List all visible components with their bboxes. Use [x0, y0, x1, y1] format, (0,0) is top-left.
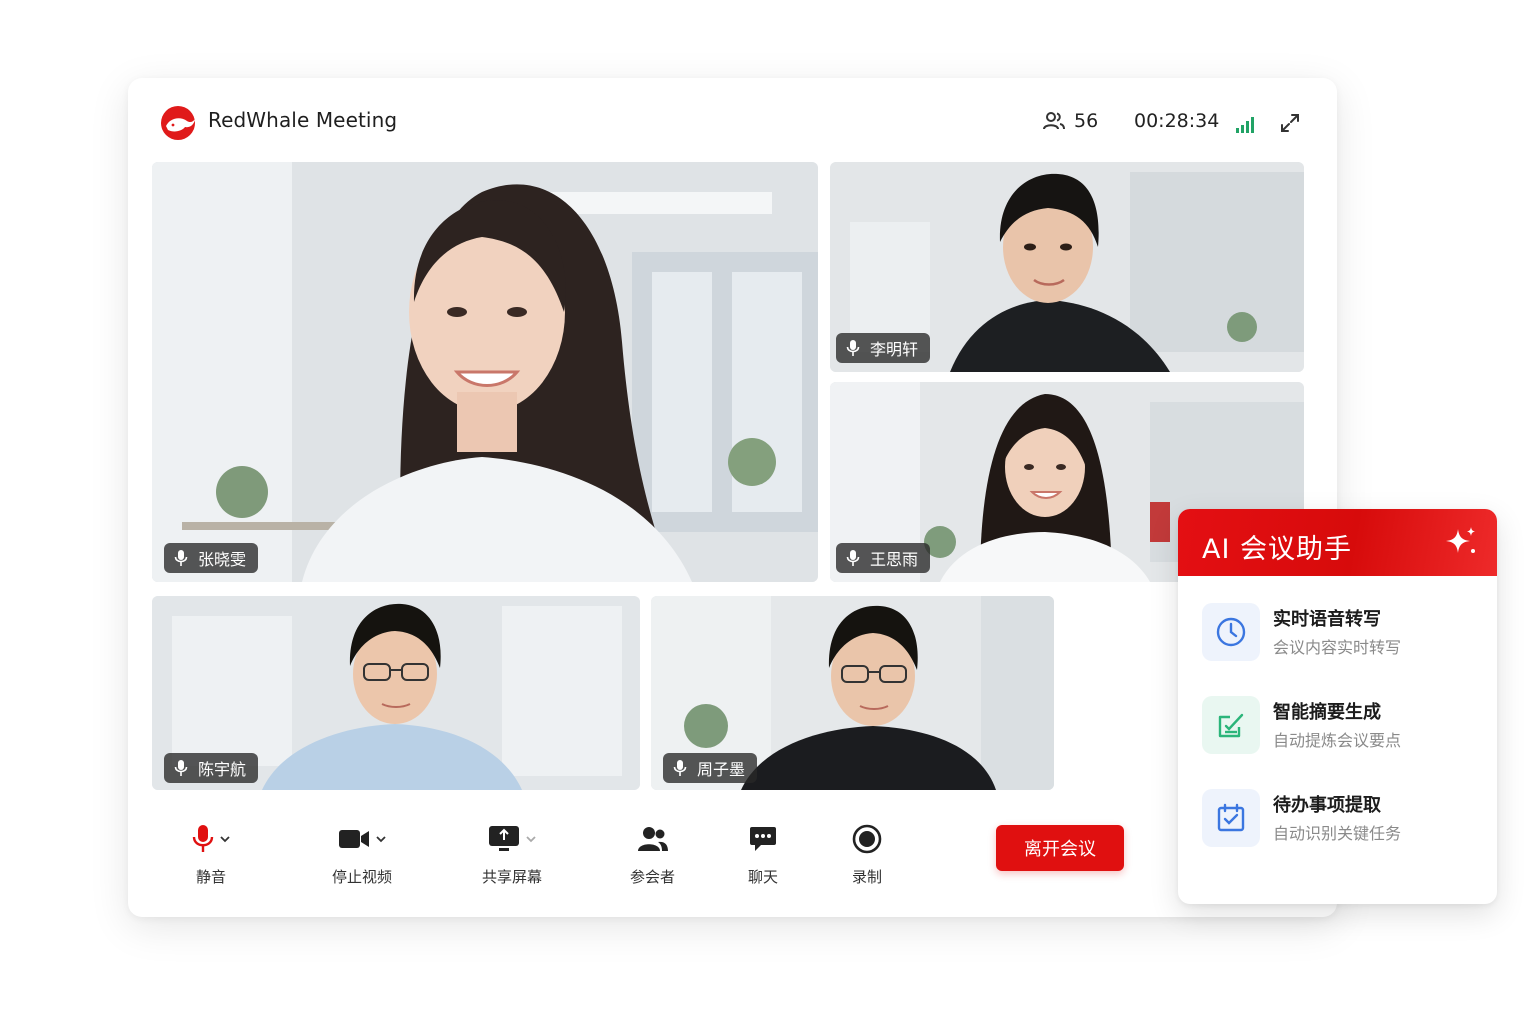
fullscreen-icon	[1281, 114, 1299, 132]
participant-nametag: 周子墨	[663, 753, 758, 783]
video-tile[interactable]: 李明轩	[830, 162, 1304, 372]
sparkle-icon	[1446, 527, 1475, 553]
microphone-icon	[174, 760, 188, 776]
video-tile[interactable]: 周子墨	[651, 596, 1054, 790]
signal-strength-icon	[1236, 117, 1254, 133]
participant-counter[interactable]: 56	[1042, 108, 1098, 134]
ai-feature-icon-box	[1202, 696, 1260, 754]
chevron-down-icon[interactable]	[526, 835, 536, 843]
ai-assistant-panel: AI 会议助手 实时语音转写 会议内容实时转写 智能摘要生成 自动提炼会议要点 …	[1178, 509, 1497, 904]
ai-feature-subtitle: 会议内容实时转写	[1273, 638, 1402, 657]
video-tile[interactable]: 陈宇航	[152, 596, 640, 790]
ai-feature-title: 待办事项提取	[1273, 795, 1381, 816]
meeting-window: RedWhale Meeting 56 00:28:34 张晓雯 李明轩 王思雨…	[128, 78, 1337, 917]
mute-button[interactable]: 静音	[192, 822, 230, 887]
record-label: 录制	[852, 868, 883, 886]
share-screen-icon	[489, 826, 519, 851]
ai-feature-item[interactable]: 待办事项提取 自动识别关键任务	[1202, 789, 1482, 849]
participant-nametag: 张晓雯	[164, 543, 259, 573]
clock-icon	[1216, 617, 1246, 647]
chevron-down-icon[interactable]	[220, 835, 230, 843]
microphone-icon	[673, 760, 687, 776]
participant-nametag: 王思雨	[836, 543, 931, 573]
chat-button[interactable]: 聊天	[748, 822, 778, 887]
header: RedWhale Meeting 56 00:28:34	[128, 78, 1337, 162]
record-button[interactable]: 录制	[852, 822, 882, 887]
microphone-icon	[846, 550, 860, 566]
ai-feature-subtitle: 自动提炼会议要点	[1273, 731, 1402, 750]
participant-name: 陈宇航	[198, 760, 247, 779]
participant-name: 张晓雯	[198, 550, 247, 569]
share-screen-button[interactable]: 共享屏幕	[482, 822, 542, 887]
ai-feature-icon-box	[1202, 789, 1260, 847]
participant-name: 周子墨	[697, 760, 746, 779]
ai-feature-subtitle: 自动识别关键任务	[1273, 824, 1402, 843]
chat-icon	[750, 827, 776, 851]
signal-strength	[1236, 112, 1256, 138]
video-tile-main[interactable]: 张晓雯	[152, 162, 818, 582]
people-icon	[1043, 112, 1065, 130]
microphone-icon	[846, 340, 860, 356]
ai-feature-icon-box	[1202, 603, 1260, 661]
fullscreen-button[interactable]	[1280, 110, 1300, 136]
ai-feature-item[interactable]: 智能摘要生成 自动提炼会议要点	[1202, 696, 1482, 756]
chat-label: 聊天	[748, 868, 779, 886]
ai-feature-title: 智能摘要生成	[1273, 702, 1381, 723]
participant-nametag: 陈宇航	[164, 753, 259, 783]
participants-label: 参会者	[630, 868, 676, 886]
mute-label: 静音	[195, 868, 226, 886]
participant-name: 李明轩	[870, 340, 919, 359]
redwhale-logo-icon	[161, 106, 195, 140]
people-icon	[637, 827, 668, 851]
meeting-timer: 00:28:34	[1134, 110, 1220, 132]
participant-name: 王思雨	[870, 550, 919, 569]
calendar-check-icon	[1217, 803, 1245, 832]
app-title: RedWhale Meeting	[208, 108, 398, 132]
page: RedWhale Meeting 56 00:28:34 张晓雯 李明轩 王思雨…	[0, 0, 1537, 1023]
microphone-icon	[192, 825, 214, 852]
participant-count: 56	[1074, 110, 1099, 132]
edit-summary-icon	[1218, 713, 1244, 738]
participant-video	[152, 162, 818, 582]
leave-meeting-button[interactable]: 离开会议	[996, 825, 1124, 871]
ai-feature-title: 实时语音转写	[1273, 609, 1381, 630]
participants-button[interactable]: 参会者	[630, 822, 675, 887]
chevron-down-icon[interactable]	[376, 835, 386, 843]
share-screen-label: 共享屏幕	[482, 868, 543, 886]
ai-feature-item[interactable]: 实时语音转写 会议内容实时转写	[1202, 603, 1482, 663]
ai-panel-header: AI 会议助手	[1178, 509, 1497, 576]
stop-video-button[interactable]: 停止视频	[332, 822, 392, 887]
ai-panel-title: AI 会议助手	[1202, 534, 1353, 565]
microphone-icon	[174, 550, 188, 566]
record-icon	[852, 824, 882, 854]
video-camera-icon	[339, 830, 369, 848]
stop-video-label: 停止视频	[332, 868, 393, 886]
participant-nametag: 李明轩	[836, 333, 931, 363]
